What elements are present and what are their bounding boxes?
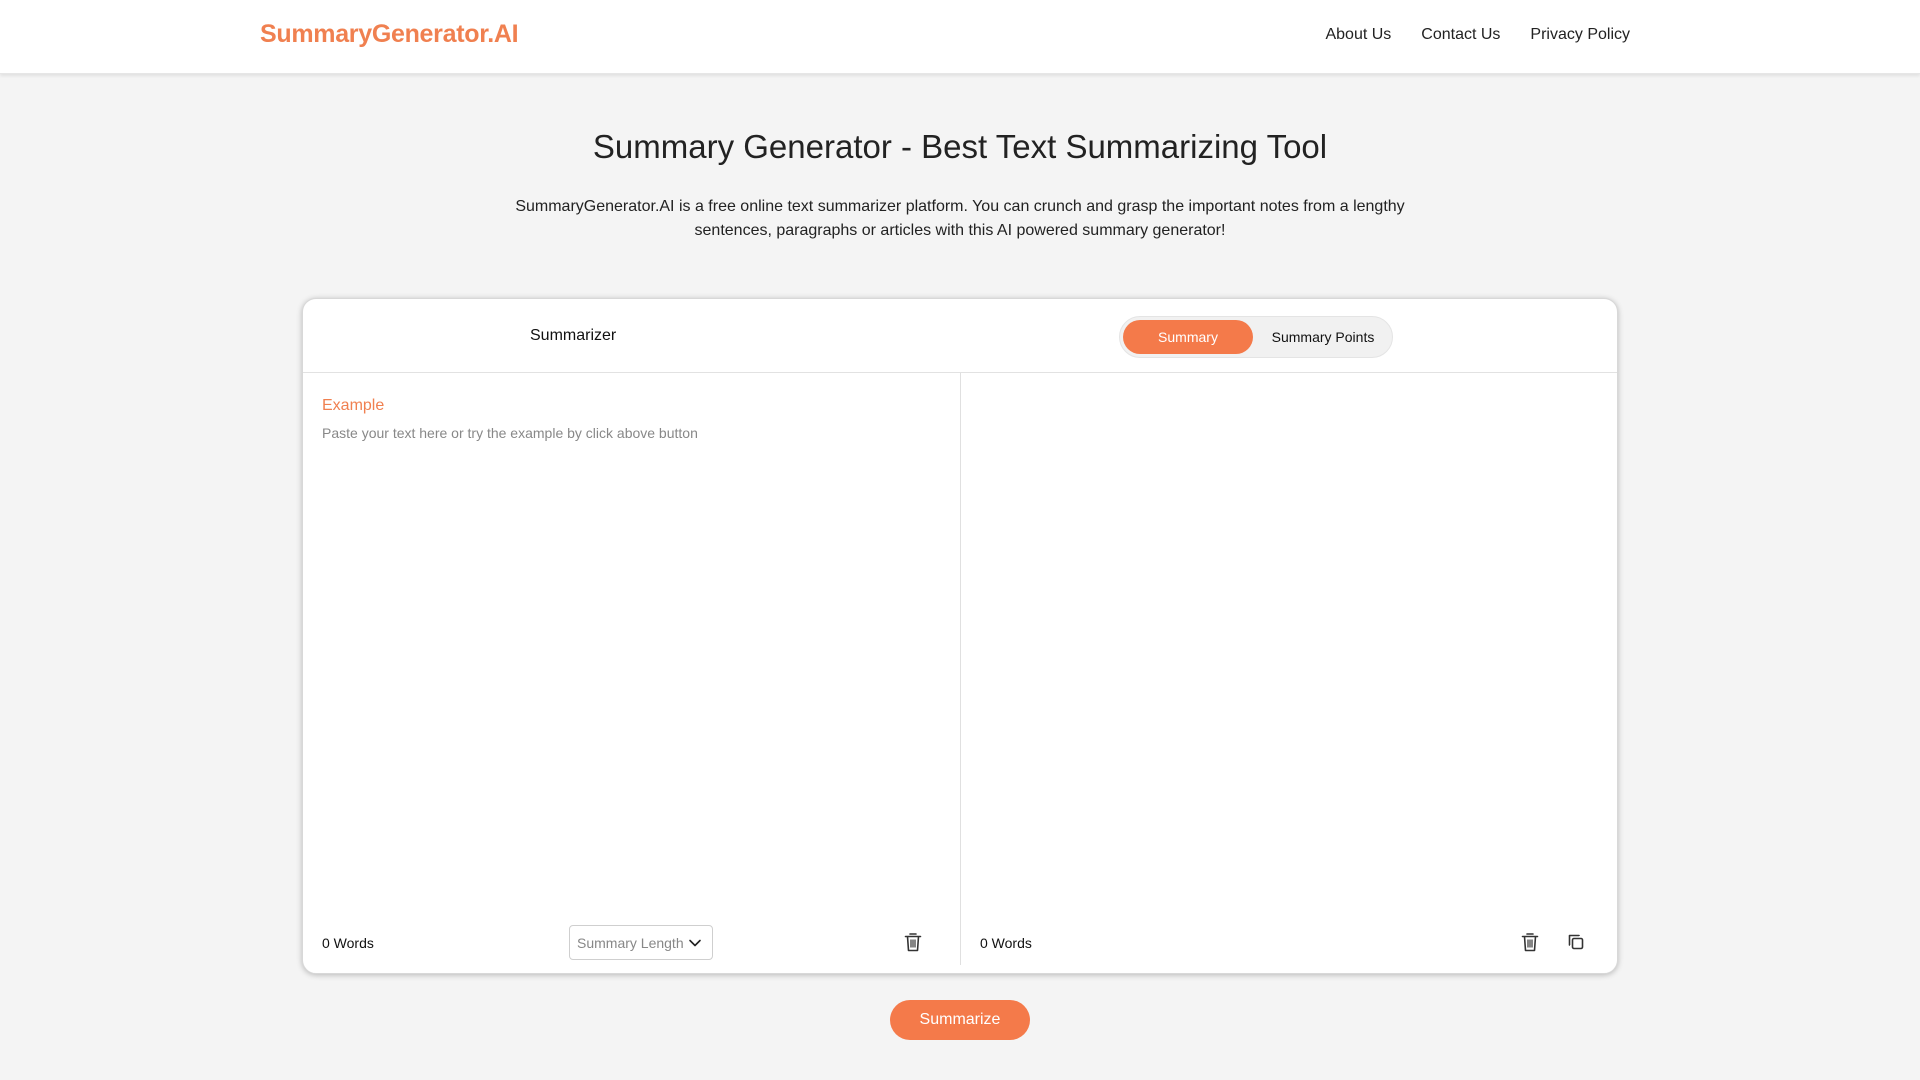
summary-length-select[interactable]: Summary Length — [569, 925, 713, 960]
example-button[interactable]: Example — [322, 397, 384, 415]
clear-output-button[interactable] — [1519, 931, 1541, 953]
site-header: SummaryGenerator.AI About Us Contact Us … — [0, 0, 1920, 74]
trash-icon — [904, 933, 922, 952]
chevron-down-icon — [688, 939, 701, 946]
page-title: Summary Generator - Best Text Summarizin… — [592, 128, 1328, 165]
trash-icon — [1521, 933, 1539, 952]
site-logo[interactable]: SummaryGenerator.AI — [260, 20, 519, 49]
summarize-button[interactable]: Summarize — [890, 1000, 1030, 1040]
nav-about-us[interactable]: About Us — [1325, 26, 1391, 44]
summarizer-title: Summarizer — [530, 327, 617, 344]
clear-input-button[interactable] — [902, 931, 924, 953]
copy-output-button[interactable] — [1565, 931, 1587, 953]
input-text-area[interactable] — [322, 425, 942, 915]
mode-toggle: Summary Summary Points — [1119, 316, 1393, 358]
copy-icon — [1568, 934, 1584, 950]
nav-contact-us[interactable]: Contact Us — [1421, 26, 1500, 44]
card-header: Summarizer Summary Summary Points — [303, 299, 1617, 373]
tab-summary[interactable]: Summary — [1123, 320, 1253, 354]
input-word-count: 0 Words — [322, 935, 374, 951]
output-word-count: 0 Words — [980, 935, 1032, 951]
summarizer-card: Summarizer Summary Summary Points Exampl… — [302, 298, 1618, 974]
page-description: SummaryGenerator.AI is a free online tex… — [515, 198, 1405, 239]
summary-length-label: Summary Length — [577, 934, 684, 951]
tab-summary-points[interactable]: Summary Points — [1256, 320, 1390, 354]
main-nav: About Us Contact Us Privacy Policy — [1325, 26, 1630, 44]
pane-divider — [960, 373, 961, 965]
nav-privacy-policy[interactable]: Privacy Policy — [1530, 26, 1630, 44]
